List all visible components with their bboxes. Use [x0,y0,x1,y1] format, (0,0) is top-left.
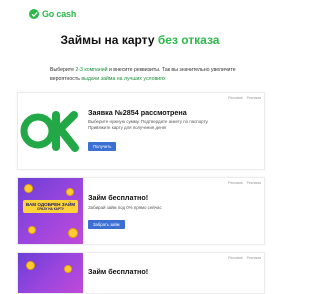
offer-card[interactable]: Реклама Реклама Заявка №2854 рассмотрена… [17,92,265,170]
ok-logo-image [18,93,83,169]
ad-label[interactable]: Реклама [228,96,242,100]
coin-icon [64,265,72,273]
get-loan-button[interactable]: Забрать займ [88,220,125,229]
check-circle-icon [29,9,39,19]
card-description: Забирай займ под 0% прямо сейчас [88,205,162,210]
card-menu: Реклама Реклама [228,256,261,260]
card-description: Выберите нужную сумму. Подтвердите анкет… [88,119,209,130]
promo-banner-image [18,253,83,293]
card-title[interactable]: Займ бесплатно! [88,267,148,276]
card-title[interactable]: Заявка №2854 рассмотрена [88,108,187,117]
card-menu: Реклама Реклама [228,181,261,185]
card-title[interactable]: Займ бесплатно! [88,193,148,202]
coin-icon [26,261,35,270]
page-title-accent: без отказа [157,33,220,47]
intro-link-best-terms[interactable]: выдачи займа на лучших условиях [81,76,165,82]
promo-banner: ВАМ ОДОБРЕН ЗАЙМ СРАЗУ НА КАРТУ [23,200,78,214]
card-menu: Реклама Реклама [228,96,261,100]
intro-link-companies[interactable]: 2-3 компаний [75,67,107,73]
promo-banner-image: ВАМ ОДОБРЕН ЗАЙМ СРАЗУ НА КАРТУ [18,178,83,244]
offer-card[interactable]: Реклама Реклама Займ бесплатно! [17,252,265,294]
ad-label[interactable]: Реклама [228,181,242,185]
intro-part1: Выберите [50,67,74,73]
page-title-part1: Займы на карту [60,33,155,47]
logo[interactable]: Go cash [29,9,76,19]
page-title: Займы на карту без отказа [0,33,280,47]
offer-card[interactable]: ВАМ ОДОБРЕН ЗАЙМ СРАЗУ НА КАРТУ Реклама … [17,177,265,245]
promo-banner-line2: СРАЗУ НА КАРТУ [37,207,64,212]
coin-icon [28,226,36,234]
intro-text: Выберите 2-3 компаний и внесите реквизит… [50,66,236,83]
get-button[interactable]: Получить [88,142,117,151]
header: Go cash [0,0,280,30]
ad-label-right[interactable]: Реклама [247,256,261,260]
ad-label-right[interactable]: Реклама [247,96,261,100]
logo-text: Go cash [42,9,77,19]
ad-label-right[interactable]: Реклама [247,181,261,185]
coin-icon [68,228,78,238]
coin-icon [24,184,33,193]
coin-icon [66,188,74,196]
ad-label[interactable]: Реклама [228,256,242,260]
